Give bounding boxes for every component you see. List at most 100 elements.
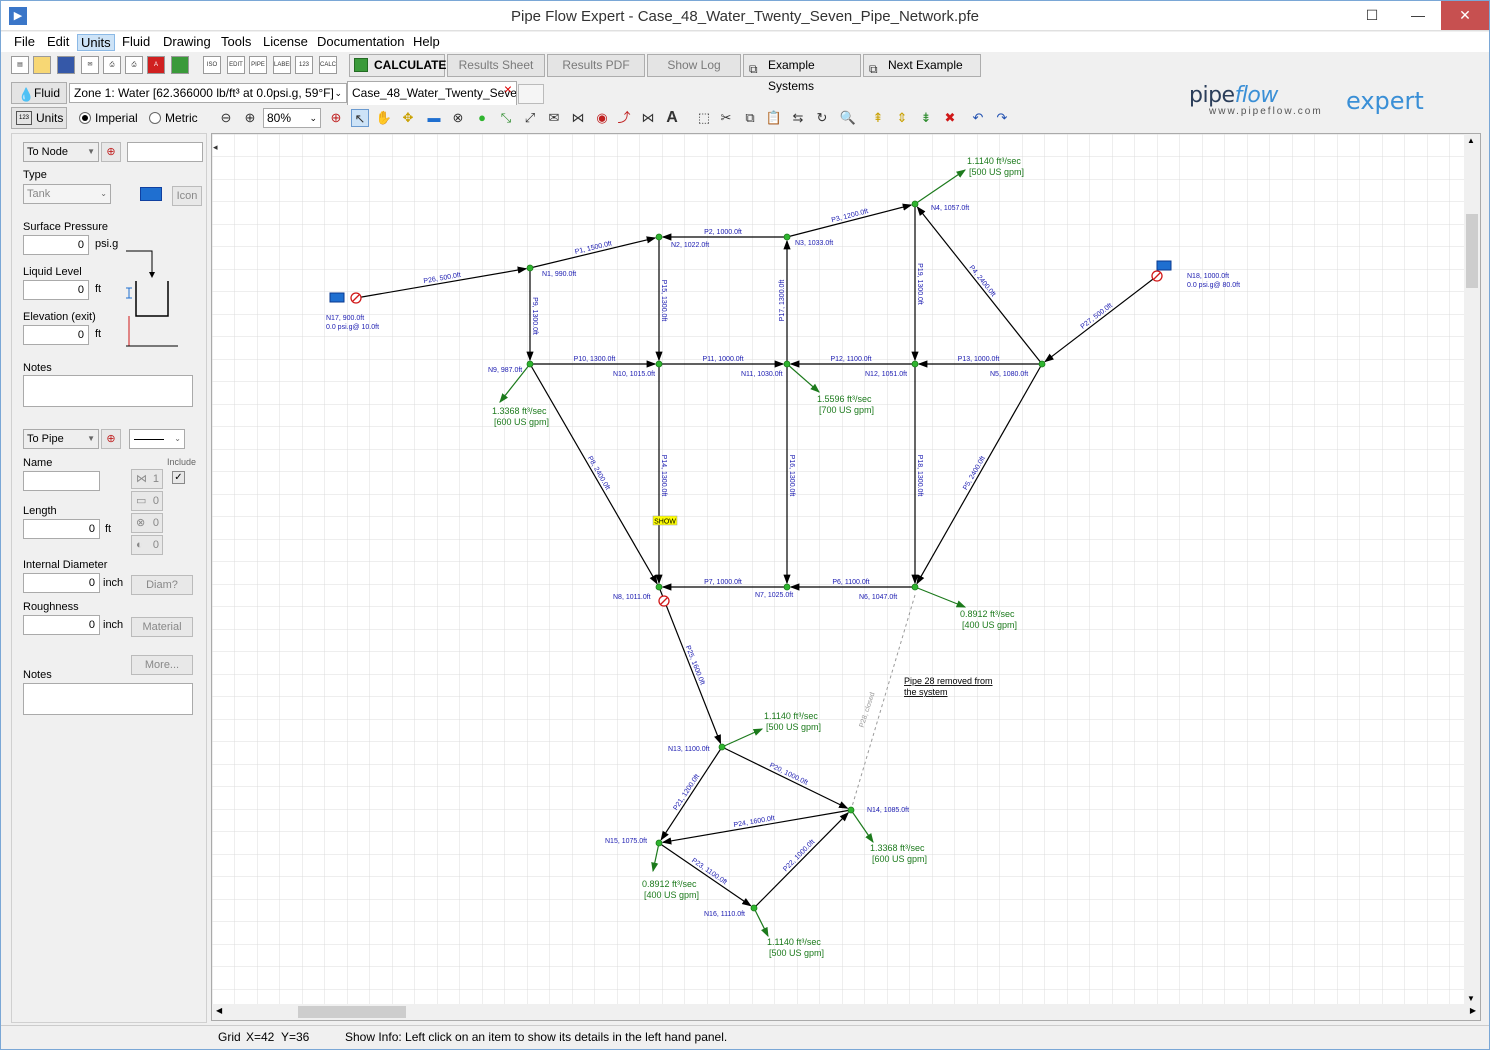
- icon-button[interactable]: Icon: [172, 186, 202, 206]
- diameter-field[interactable]: 0: [23, 573, 100, 593]
- control-valve-icon[interactable]: ⋈: [639, 109, 657, 127]
- pump-button[interactable]: ◐ 0: [131, 535, 163, 555]
- units-button[interactable]: 123 Units: [11, 107, 67, 129]
- menu-documentation[interactable]: Documentation: [314, 34, 407, 51]
- zoom-select[interactable]: 80% ⌄: [263, 108, 321, 128]
- component-button[interactable]: ▭ 0: [131, 491, 163, 511]
- edit-icon[interactable]: EDIT: [227, 56, 245, 74]
- scroll-left-icon[interactable]: ◀: [216, 1006, 222, 1015]
- demand-tool-icon[interactable]: ⤢: [521, 109, 539, 127]
- node-n5[interactable]: [1038, 360, 1046, 368]
- text-tool-icon[interactable]: A: [663, 109, 681, 127]
- node-n8[interactable]: [655, 583, 663, 591]
- node-n14[interactable]: [847, 806, 855, 814]
- tank-n18[interactable]: [1156, 260, 1172, 271]
- calculate-button[interactable]: CALCULATE: [349, 54, 446, 77]
- cut-icon[interactable]: ✂: [717, 109, 735, 127]
- next-example-button[interactable]: ⧉ Next Example: [863, 54, 981, 77]
- node-n1[interactable]: [526, 264, 534, 272]
- to-pipe-select[interactable]: To Pipe ▼: [23, 429, 99, 449]
- print-icon[interactable]: ⎙: [125, 56, 143, 74]
- menu-file[interactable]: File: [11, 34, 38, 51]
- elevation-field[interactable]: 0: [23, 325, 89, 345]
- results-sheet-button[interactable]: Results Sheet: [447, 54, 545, 77]
- iso-icon[interactable]: ISO: [203, 56, 221, 74]
- node-tool-icon[interactable]: ●: [473, 109, 491, 127]
- save-icon[interactable]: [57, 56, 75, 74]
- zoom-in-icon[interactable]: ⊕: [241, 109, 259, 127]
- scroll-up-icon[interactable]: ▲: [1467, 136, 1475, 145]
- node-n11[interactable]: [783, 360, 791, 368]
- redo-icon[interactable]: ↷: [993, 109, 1011, 127]
- print-preview-icon[interactable]: ⎙: [103, 56, 121, 74]
- menu-tools[interactable]: Tools: [218, 34, 254, 51]
- node-n7[interactable]: [783, 583, 791, 591]
- show-log-button[interactable]: Show Log: [647, 54, 741, 77]
- example-systems-button[interactable]: ⧉ Example Systems: [743, 54, 861, 93]
- fluid-button[interactable]: 💧 Fluid: [11, 82, 67, 104]
- close-tab-icon[interactable]: ×: [504, 82, 512, 100]
- locate-pipe-icon[interactable]: ⊕: [101, 429, 121, 449]
- zoom-out-icon[interactable]: ⊖: [217, 109, 235, 127]
- vertical-scrollbar[interactable]: ▲ ▼: [1464, 134, 1480, 1005]
- pipe-tool-icon[interactable]: ⤡: [497, 109, 515, 127]
- zoom-fit-icon[interactable]: ⊕: [327, 109, 345, 127]
- flip-icon[interactable]: ⇆: [789, 109, 807, 127]
- menu-license[interactable]: License: [260, 34, 311, 51]
- menu-fluid[interactable]: Fluid: [119, 34, 153, 51]
- align-top-icon[interactable]: ⇞: [869, 109, 887, 127]
- pump-icon[interactable]: ◉: [593, 109, 611, 127]
- node-n12[interactable]: [911, 360, 919, 368]
- export-icon[interactable]: [171, 56, 189, 74]
- tab-document[interactable]: Case_48_Water_Twenty_Seve ×: [347, 81, 517, 105]
- pdf-icon[interactable]: A: [147, 56, 165, 74]
- email-icon[interactable]: ✉: [81, 56, 99, 74]
- results-pdf-button[interactable]: Results PDF: [547, 54, 645, 77]
- valve-tool-icon[interactable]: ⋈: [569, 109, 587, 127]
- close-button[interactable]: ✕: [1441, 1, 1489, 30]
- more-button[interactable]: More...: [131, 655, 193, 675]
- length-field[interactable]: 0: [23, 519, 100, 539]
- open-icon[interactable]: [33, 56, 51, 74]
- node-notes-field[interactable]: [23, 375, 193, 407]
- node-n2[interactable]: [655, 233, 663, 241]
- maximize-button[interactable]: ☐: [1349, 1, 1395, 30]
- move-icon[interactable]: ✥: [399, 109, 417, 127]
- pipe-notes-field[interactable]: [23, 683, 193, 715]
- number-icon[interactable]: 123: [295, 56, 313, 74]
- horizontal-scrollbar[interactable]: ◀ ▶: [212, 1004, 1480, 1020]
- menu-help[interactable]: Help: [410, 34, 443, 51]
- drawing-canvas[interactable]: P1, 1500.0ft P2, 1000.0ft P3, 1200.0ft P4, …: [211, 133, 1481, 1021]
- label-icon[interactable]: LABEL: [273, 56, 291, 74]
- node-n6[interactable]: [911, 583, 919, 591]
- diam-button[interactable]: Diam?: [131, 575, 193, 595]
- vertical-scroll-thumb[interactable]: [1466, 214, 1478, 288]
- component-tool-icon[interactable]: ✉: [545, 109, 563, 127]
- undo-icon[interactable]: ↶: [969, 109, 987, 127]
- node-name-field[interactable]: [127, 142, 203, 162]
- horizontal-scroll-thumb[interactable]: [298, 1006, 406, 1018]
- liquid-level-field[interactable]: 0: [23, 280, 89, 300]
- node-n3[interactable]: [783, 233, 791, 241]
- paste-icon[interactable]: 📋: [765, 109, 783, 127]
- locate-node-icon[interactable]: ⊕: [101, 142, 121, 162]
- pipe-network-diagram[interactable]: P1, 1500.0ftP2, 1000.0ftP3, 1200.0ftP4, …: [212, 134, 1464, 1004]
- line-style-select[interactable]: ⌄: [129, 429, 185, 449]
- imperial-radio[interactable]: [79, 112, 91, 124]
- metric-radio[interactable]: [149, 112, 161, 124]
- node-n13[interactable]: [718, 743, 726, 751]
- collapse-panel-icon[interactable]: ◂: [213, 142, 225, 162]
- material-button[interactable]: Material: [131, 617, 193, 637]
- roughness-field[interactable]: 0: [23, 615, 100, 635]
- valve-button[interactable]: ⊗ 0: [131, 513, 163, 533]
- select-pointer-icon[interactable]: ↖: [351, 109, 369, 127]
- node-n10[interactable]: [655, 360, 663, 368]
- scroll-down-icon[interactable]: ▼: [1467, 994, 1475, 1003]
- rotate-icon[interactable]: ↻: [813, 109, 831, 127]
- new-icon[interactable]: ▤: [11, 56, 29, 74]
- node-n15[interactable]: [655, 839, 663, 847]
- pan-hand-icon[interactable]: ✋: [375, 109, 393, 127]
- fitting-icon[interactable]: ⤴: [615, 109, 633, 127]
- menu-drawing[interactable]: Drawing: [160, 34, 214, 51]
- calc-icon[interactable]: CALC: [319, 56, 337, 74]
